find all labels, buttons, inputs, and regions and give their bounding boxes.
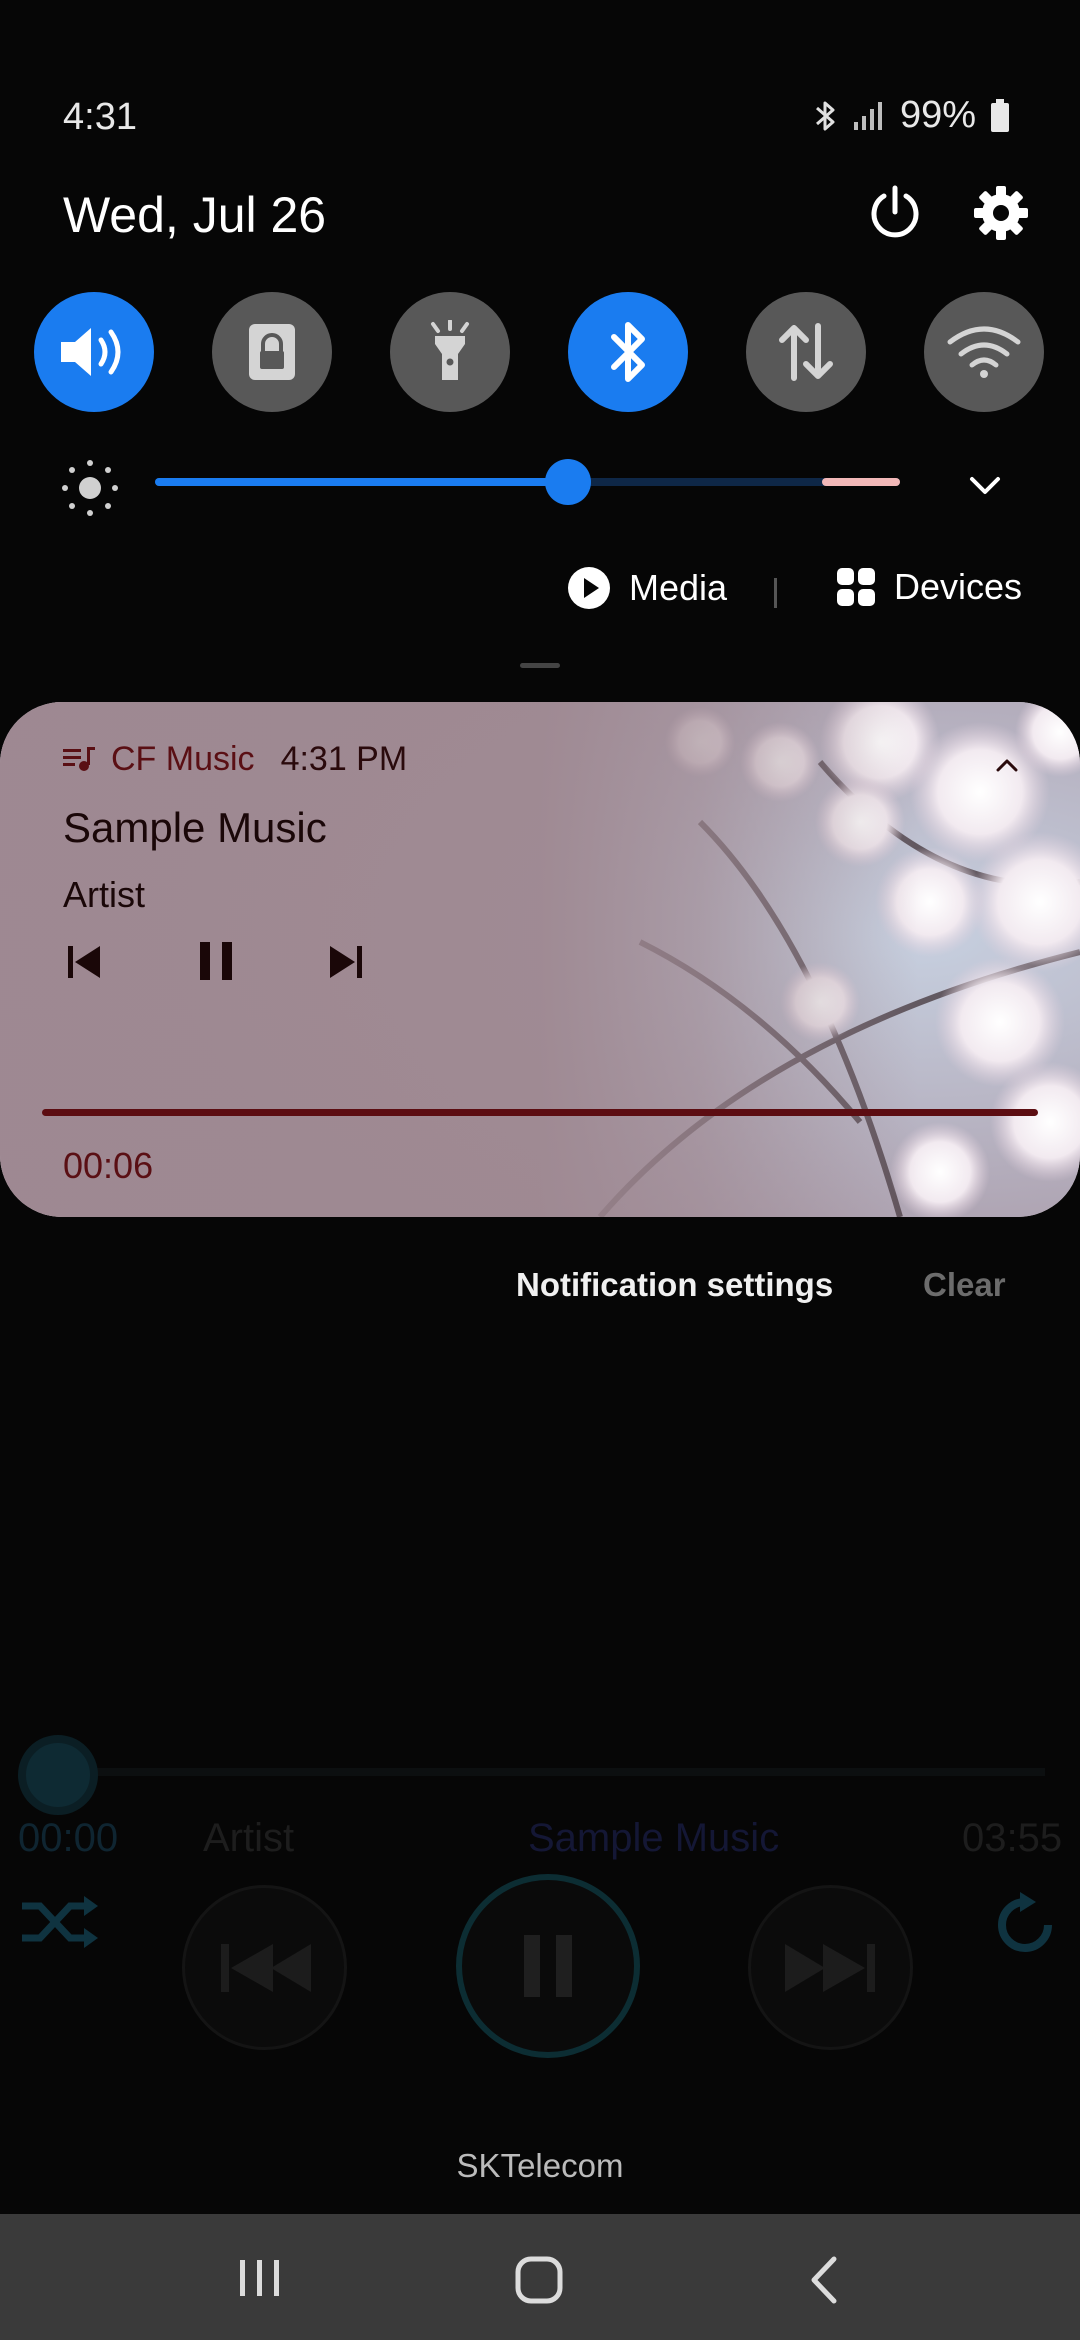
devices-grid-icon [837, 568, 875, 606]
chevron-down-icon[interactable] [962, 462, 1008, 508]
home-icon[interactable] [514, 2255, 564, 2305]
gear-icon[interactable] [970, 182, 1032, 244]
toggle-mobile-data[interactable] [746, 292, 866, 412]
pause-icon[interactable] [196, 938, 236, 984]
bg-previous-button [182, 1885, 347, 2050]
lock-icon [249, 324, 295, 380]
bg-elapsed-time: 00:00 [18, 1816, 119, 1860]
battery-percent: 99% [899, 94, 976, 136]
music-queue-icon [63, 746, 95, 771]
previous-track-icon[interactable] [66, 942, 102, 982]
song-title: Sample Music [63, 804, 327, 851]
data-arrows-icon [779, 323, 833, 381]
panel-handle[interactable] [520, 663, 560, 668]
bg-artist: Artist [203, 1816, 295, 1860]
app-name: CF Music [111, 740, 255, 778]
repeat-icon [998, 1892, 1052, 1952]
next-track-icon[interactable] [328, 942, 364, 982]
music-notification-card[interactable]: CF Music 4:31 PM Sample Music Artist 00:… [0, 702, 1080, 1217]
toggle-flashlight[interactable] [390, 292, 510, 412]
shuffle-icon [22, 1896, 98, 1948]
song-artist: Artist [63, 874, 146, 915]
brightness-fill [155, 478, 568, 486]
chevron-up-icon[interactable] [990, 748, 1024, 782]
card-tint-overlay [0, 702, 1080, 1217]
status-icons: 99% [814, 94, 1010, 137]
bg-pause-button [456, 1874, 640, 2058]
toggle-sound[interactable] [34, 292, 154, 412]
signal-icon [853, 101, 882, 130]
bg-song-title: Sample Music [528, 1816, 780, 1860]
date-label: Wed, Jul 26 [63, 187, 327, 243]
back-icon[interactable] [804, 2255, 844, 2305]
battery-icon [991, 98, 1009, 132]
fast-forward-icon [784, 1943, 875, 1992]
brightness-thumb[interactable] [545, 459, 591, 505]
toggle-wifi[interactable] [924, 292, 1044, 412]
volume-icon [61, 328, 121, 376]
media-label: Media [629, 567, 728, 608]
notification-time: 4:31 PM [280, 740, 408, 778]
divider [774, 578, 777, 608]
bg-seek-track [95, 1768, 1045, 1776]
bluetooth-icon [815, 101, 835, 130]
pause-icon [524, 1935, 572, 1997]
notification-header: CF Music 4:31 PM [63, 740, 407, 779]
devices-label: Devices [894, 566, 1023, 607]
wifi-icon [947, 326, 1021, 378]
toggle-bluetooth[interactable] [568, 292, 688, 412]
brightness-icon [62, 460, 118, 516]
play-circle-icon [568, 567, 610, 609]
elapsed-time: 00:06 [63, 1145, 154, 1186]
bg-seek-thumb [18, 1735, 98, 1815]
carrier-label: SKTelecom [456, 2147, 624, 2184]
playback-progress-bar[interactable] [42, 1109, 1038, 1116]
devices-button[interactable]: Devices [836, 566, 1022, 608]
recent-apps-icon[interactable] [238, 2256, 282, 2300]
brightness-outdoor-segment [822, 478, 900, 486]
rewind-icon [220, 1943, 311, 1992]
toggle-screen-lock[interactable] [212, 292, 332, 412]
notification-settings-button[interactable]: Notification settings [516, 1266, 833, 1304]
status-time: 4:31 [63, 96, 137, 138]
clear-button[interactable]: Clear [923, 1266, 1006, 1304]
bg-next-button [748, 1885, 913, 2050]
flashlight-icon [431, 320, 469, 380]
bg-duration: 03:55 [962, 1816, 1063, 1860]
media-button[interactable]: Media [567, 566, 727, 610]
power-icon[interactable] [865, 182, 925, 242]
bluetooth-icon [611, 322, 645, 382]
